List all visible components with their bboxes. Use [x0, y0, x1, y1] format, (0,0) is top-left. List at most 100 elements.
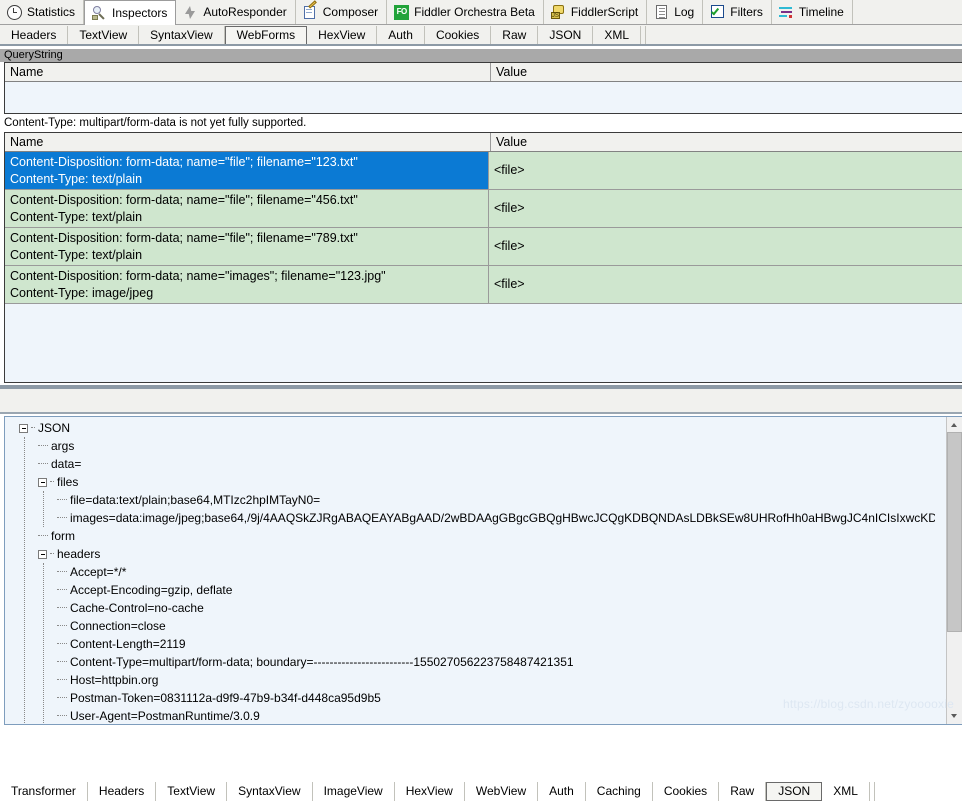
- body-col-value[interactable]: Value: [491, 133, 962, 151]
- response-tab-auth[interactable]: Auth: [538, 781, 586, 801]
- tree-node-label: Postman-Token=0831112a-d9f9-47b9-b34f-d4…: [70, 691, 381, 705]
- request-tab-syntaxview[interactable]: SyntaxView: [139, 26, 225, 45]
- body-row-name[interactable]: Content-Disposition: form-data; name="fi…: [5, 190, 489, 227]
- response-tab-cookies[interactable]: Cookies: [653, 781, 720, 801]
- tree-node-label: Accept=*/*: [70, 565, 127, 579]
- tree-leaf-node[interactable]: Host=httpbin.org: [5, 671, 935, 689]
- main-tab-autoresponder[interactable]: AutoResponder: [176, 0, 296, 24]
- content-disposition-line: Content-Disposition: form-data; name="fi…: [10, 193, 358, 207]
- response-tab-webview[interactable]: WebView: [465, 781, 539, 801]
- tree-collapse-icon[interactable]: [19, 423, 28, 433]
- timeline-icon: [778, 5, 794, 20]
- response-inspector-tab-strip: Transformer Headers TextView SyntaxView Imag…: [0, 389, 962, 801]
- querystring-section-header: QueryString: [0, 48, 962, 62]
- response-tab-caching[interactable]: Caching: [586, 781, 653, 801]
- body-row-value[interactable]: <file>: [489, 228, 962, 265]
- body-col-name[interactable]: Name: [5, 133, 491, 151]
- tree-connector: [50, 481, 54, 483]
- request-tab-headers[interactable]: Headers: [0, 26, 69, 45]
- tree-collapse-icon[interactable]: [38, 477, 47, 487]
- tree-node-label: Content-Type=multipart/form-data; bounda…: [70, 655, 574, 669]
- tree-leaf-node[interactable]: Accept-Encoding=gzip, deflate: [5, 581, 935, 599]
- tree-leaf-node[interactable]: file=data:text/plain;base64,MTIzc2hpIMTa…: [5, 491, 935, 509]
- tree-collapse-icon[interactable]: [38, 549, 47, 559]
- main-tab-fiddler-orchestra-beta[interactable]: FO Fiddler Orchestra Beta: [387, 0, 544, 24]
- tree-leaf-node[interactable]: data=: [5, 455, 935, 473]
- tree-leaf-node[interactable]: Connection=close: [5, 617, 935, 635]
- querystring-col-name[interactable]: Name: [5, 63, 491, 81]
- tree-leaf-node[interactable]: form: [5, 527, 935, 545]
- request-tab-json[interactable]: JSON: [538, 26, 594, 45]
- main-tab-strip-filler: [853, 0, 962, 24]
- table-row[interactable]: Content-Disposition: form-data; name="im…: [5, 266, 962, 304]
- tree-node-label: Accept-Encoding=gzip, deflate: [70, 583, 233, 597]
- tree-leaf-node[interactable]: Content-Type=multipart/form-data; bounda…: [5, 653, 935, 671]
- tree-node-label: data=: [51, 457, 82, 471]
- request-tab-xml[interactable]: XML: [593, 26, 642, 45]
- tree-connector: [38, 463, 48, 465]
- request-inspector-tab-strip: Headers TextView SyntaxView WebForms HexView…: [0, 25, 962, 46]
- main-tab-statistics[interactable]: Statistics: [0, 0, 85, 24]
- querystring-col-value[interactable]: Value: [491, 63, 962, 81]
- response-tab-json[interactable]: JSON: [766, 781, 823, 801]
- request-tab-raw[interactable]: Raw: [491, 26, 539, 45]
- request-tab-hexview[interactable]: HexView: [307, 26, 378, 45]
- main-tab-fiddlerscript[interactable]: JS FiddlerScript: [544, 0, 648, 24]
- table-row[interactable]: Content-Disposition: form-data; name="fi…: [5, 152, 962, 190]
- request-tab-textview[interactable]: TextView: [68, 26, 140, 45]
- main-tab-composer[interactable]: Composer: [296, 0, 388, 24]
- tree-leaf-node[interactable]: Accept=*/*: [5, 563, 935, 581]
- tree-leaf-node[interactable]: args: [5, 437, 935, 455]
- scroll-up-arrow-icon[interactable]: [947, 417, 962, 432]
- tree-branch-node[interactable]: files: [5, 473, 935, 491]
- body-row-value[interactable]: <file>: [489, 266, 962, 303]
- querystring-grid: Name Value: [4, 62, 962, 114]
- tree-branch-node[interactable]: headers: [5, 545, 935, 563]
- request-tab-webforms[interactable]: WebForms: [224, 26, 308, 45]
- tree-leaf-node[interactable]: Cache-Control=no-cache: [5, 599, 935, 617]
- json-response-panel: JSON args data= files file=data:text/plain;b…: [4, 416, 962, 725]
- tree-leaf-node[interactable]: images=data:image/jpeg;base64,/9j/4AAQSk…: [5, 509, 935, 527]
- scrollbar-thumb[interactable]: [947, 432, 962, 632]
- response-tab-textview[interactable]: TextView: [156, 781, 228, 801]
- main-tab-label: FiddlerScript: [570, 5, 639, 19]
- tree-branch-node[interactable]: JSON: [5, 419, 935, 437]
- tree-node-label: Content-Length=2119: [70, 637, 186, 651]
- response-tab-headers[interactable]: Headers: [88, 781, 157, 801]
- response-tab-syntaxview[interactable]: SyntaxView: [227, 781, 313, 801]
- tree-node-label: args: [51, 439, 75, 453]
- tree-connector: [57, 517, 67, 519]
- main-tab-log[interactable]: Log: [647, 0, 704, 24]
- scroll-down-arrow-icon[interactable]: [947, 709, 962, 724]
- tree-leaf-node[interactable]: Content-Length=2119: [5, 635, 935, 653]
- body-row-value[interactable]: <file>: [489, 190, 962, 227]
- table-row[interactable]: Content-Disposition: form-data; name="fi…: [5, 190, 962, 228]
- main-tab-timeline[interactable]: Timeline: [772, 0, 853, 24]
- main-tab-label: Log: [674, 5, 695, 19]
- main-tab-label: Fiddler Orchestra Beta: [414, 5, 535, 19]
- compose-icon: [303, 0, 318, 20]
- request-tab-auth[interactable]: Auth: [377, 26, 425, 45]
- response-tab-raw[interactable]: Raw: [719, 781, 767, 801]
- response-tab-imageview[interactable]: ImageView: [313, 781, 395, 801]
- main-tab-inspectors[interactable]: Inspectors: [84, 0, 177, 25]
- response-tab-hexview[interactable]: HexView: [395, 781, 465, 801]
- main-tab-filters[interactable]: Filters: [703, 0, 772, 24]
- body-row-name[interactable]: Content-Disposition: form-data; name="fi…: [5, 228, 489, 265]
- body-row-name[interactable]: Content-Disposition: form-data; name="im…: [5, 266, 489, 303]
- table-row[interactable]: Content-Disposition: form-data; name="fi…: [5, 228, 962, 266]
- response-tab-transformer[interactable]: Transformer: [0, 781, 88, 801]
- content-type-line: Content-Type: image/jpeg: [10, 286, 154, 300]
- request-tab-cookies[interactable]: Cookies: [425, 26, 492, 45]
- json-vertical-scrollbar[interactable]: [946, 417, 962, 724]
- tree-node-label: files: [57, 475, 79, 489]
- content-disposition-line: Content-Disposition: form-data; name="fi…: [10, 231, 358, 245]
- tree-node-label: JSON: [38, 421, 71, 435]
- body-row-value[interactable]: <file>: [489, 152, 962, 189]
- clock-icon: [7, 4, 22, 20]
- content-type-line: Content-Type: text/plain: [10, 210, 143, 224]
- body-row-name[interactable]: Content-Disposition: form-data; name="fi…: [5, 152, 489, 189]
- querystring-empty-area: [5, 82, 962, 113]
- tree-connector: [57, 715, 67, 717]
- response-tab-xml[interactable]: XML: [822, 781, 870, 801]
